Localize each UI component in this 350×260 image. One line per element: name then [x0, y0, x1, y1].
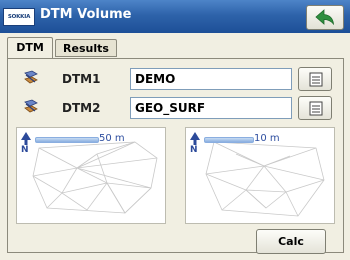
dtm2-label: DTM2: [62, 101, 101, 115]
tab-results[interactable]: Results: [55, 39, 117, 57]
calc-button[interactable]: Calc: [256, 229, 326, 254]
file-list-icon: [309, 72, 323, 87]
north-label: N: [190, 145, 198, 155]
back-button[interactable]: [306, 5, 344, 30]
scale-bar: [204, 137, 254, 143]
dtm2-preview[interactable]: N 10 m: [185, 127, 335, 224]
scale-label: 50 m: [99, 133, 125, 144]
sokkia-logo: SOKKIA: [3, 8, 35, 26]
dtm1-preview[interactable]: N 50 m: [16, 127, 166, 224]
dtm2-browse-button[interactable]: [298, 96, 332, 120]
dtm-surface-icon: [24, 99, 38, 113]
dtm2-field[interactable]: GEO_SURF: [130, 97, 292, 119]
title-bar: SOKKIA DTM Volume: [0, 0, 350, 33]
window-title: DTM Volume: [40, 7, 132, 22]
file-list-icon: [309, 101, 323, 116]
tab-dtm[interactable]: DTM: [7, 37, 53, 59]
dtm1-label: DTM1: [62, 72, 101, 86]
dtm1-field[interactable]: DEMO: [130, 68, 292, 90]
scale-bar: [35, 137, 99, 143]
back-arrow-icon: [315, 9, 335, 25]
scale-label: 10 m: [254, 133, 280, 144]
dtm1-browse-button[interactable]: [298, 67, 332, 91]
north-label: N: [21, 145, 29, 155]
dtm-surface-icon: [24, 70, 38, 84]
